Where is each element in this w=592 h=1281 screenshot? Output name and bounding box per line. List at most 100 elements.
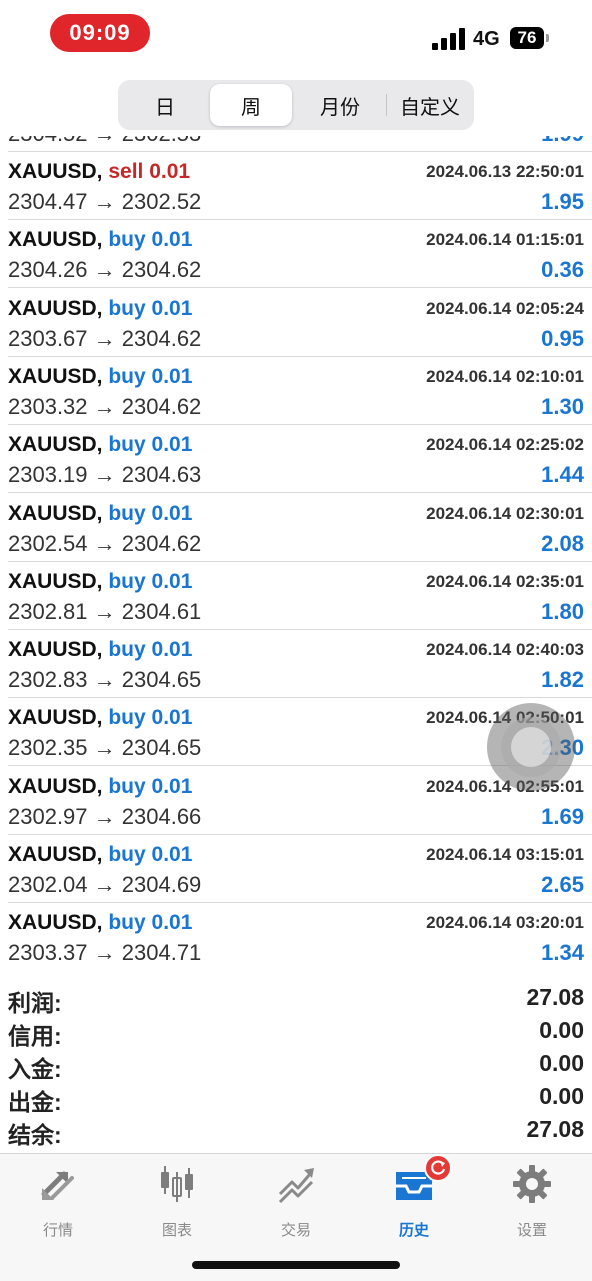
price-range: 2302.54 → 2304.62	[8, 531, 201, 557]
symbol-name: XAUUSD,	[8, 706, 103, 730]
symbol-name: XAUUSD,	[8, 569, 103, 593]
profit-value: 1.82	[541, 667, 584, 693]
arrow-right-icon: →	[87, 325, 122, 351]
network-type: 4G	[473, 28, 500, 50]
arrow-right-icon: →	[87, 189, 122, 214]
table-row[interactable]: XAUUSD, buy 0.01 2024.06.14 01:15:01 2304.…	[0, 220, 592, 289]
tab-label: 图表	[161, 1222, 192, 1239]
cell-signal-icon	[432, 28, 466, 50]
arrow-right-icon: →	[87, 393, 122, 419]
tab-label: 设置	[516, 1222, 547, 1239]
tab-trade[interactable]: 交易	[246, 1164, 346, 1244]
summary-withdrawal: 出金: 0.00	[0, 1083, 592, 1115]
trade-volume: 0.01	[151, 638, 193, 662]
segment-custom[interactable]: 自定义	[388, 84, 472, 126]
arrow-right-icon: →	[87, 530, 122, 556]
table-row[interactable]: XAUUSD, buy 0.01 2024.06.14 03:20:01 2303.…	[0, 903, 592, 970]
table-row[interactable]: XAUUSD, buy 0.01 2024.06.14 02:10:01 2303.…	[0, 357, 592, 425]
trade-symbol: XAUUSD, buy 0.01	[8, 297, 192, 321]
trade-symbol: XAUUSD, buy 0.01	[8, 775, 192, 799]
segment-month[interactable]: 月份	[296, 84, 384, 126]
summary-label: 信用:	[8, 1023, 62, 1049]
tab-history[interactable]: 历史	[364, 1154, 464, 1244]
candlestick-chart-icon	[161, 1166, 193, 1202]
summary-label: 利润:	[8, 990, 62, 1016]
summary-value: 0.00	[539, 1050, 584, 1076]
trade-volume: 0.01	[149, 160, 191, 183]
trade-volume: 0.01	[151, 364, 193, 388]
close-price: 2304.62	[121, 325, 202, 351]
trade-symbol: XAUUSD, sell 0.01	[8, 160, 190, 184]
segment-week[interactable]: 周	[210, 84, 292, 126]
close-price: 2304.63	[121, 462, 202, 488]
summary-balance: 结余: 27.08	[0, 1116, 592, 1148]
trade-history-list[interactable]: 2304.52 → 2302.53 1.99 XAUUSD, sell 0.01…	[0, 136, 592, 970]
close-price: 2302.52	[121, 189, 202, 214]
table-row[interactable]: 2304.52 → 2302.53 1.99	[0, 136, 592, 152]
table-row[interactable]: XAUUSD, buy 0.01 2024.06.14 02:05:24 2303.…	[0, 289, 592, 357]
trade-datetime: 2024.06.14 01:15:01	[426, 230, 584, 250]
open-price: 2303.32	[8, 393, 88, 419]
quotes-arrows-icon	[41, 1171, 74, 1200]
trade-side: buy	[108, 228, 146, 252]
trade-datetime: 2024.06.14 03:20:01	[426, 913, 584, 933]
arrow-right-icon: →	[87, 940, 122, 966]
table-row[interactable]: XAUUSD, buy 0.01 2024.06.14 02:25:02 2303.…	[0, 425, 592, 494]
open-price: 2304.47	[8, 189, 88, 214]
arrow-right-icon: →	[87, 462, 122, 488]
profit-value: 2.08	[541, 530, 584, 556]
open-price: 2304.26	[8, 257, 88, 283]
trade-volume: 0.01	[151, 843, 193, 866]
tab-quotes[interactable]: 行情	[8, 1164, 108, 1244]
table-row[interactable]: XAUUSD, buy 0.01 2024.06.14 02:35:01 2302.…	[0, 562, 592, 630]
trade-symbol: XAUUSD, buy 0.01	[8, 228, 192, 252]
trade-symbol: XAUUSD, buy 0.01	[8, 433, 192, 457]
summary-value: 27.08	[526, 984, 584, 1010]
price-range: 2302.04 → 2304.69	[8, 872, 201, 898]
profit-value: 1.44	[541, 462, 584, 488]
table-row[interactable]: XAUUSD, buy 0.01 2024.06.14 02:40:03 2302.…	[0, 630, 592, 699]
segment-day[interactable]: 日	[122, 84, 208, 126]
open-price: 2303.19	[8, 462, 88, 488]
trade-datetime: 2024.06.14 02:30:01	[426, 503, 584, 523]
status-time[interactable]: 09:09	[50, 14, 150, 52]
profit-value: 1.34	[541, 940, 584, 966]
trade-side: buy	[108, 501, 146, 525]
close-price: 2304.62	[121, 393, 202, 419]
trade-trend-icon	[278, 1168, 314, 1204]
open-price: 2302.04	[8, 872, 88, 897]
trade-symbol: XAUUSD, buy 0.01	[8, 911, 192, 935]
summary-label: 出金:	[8, 1089, 62, 1115]
trade-side: buy	[108, 843, 146, 866]
profit-value: 1.99	[541, 136, 584, 147]
symbol-name: XAUUSD,	[8, 296, 103, 320]
price-range: 2304.47 → 2302.52	[8, 189, 201, 215]
summary-profit: 利润: 27.08	[0, 984, 592, 1016]
trade-side: buy	[108, 364, 146, 388]
arrow-right-icon: →	[87, 257, 122, 283]
price-range: 2304.52 → 2302.53	[8, 136, 201, 147]
table-row[interactable]: XAUUSD, buy 0.01 2024.06.14 02:30:01 2302.…	[0, 494, 592, 562]
assistive-touch-button[interactable]	[487, 703, 575, 791]
trade-side: buy	[108, 911, 146, 935]
close-price: 2304.62	[121, 257, 202, 283]
trade-side: buy	[108, 296, 146, 320]
close-price: 2304.66	[121, 803, 202, 829]
home-indicator[interactable]	[192, 1261, 400, 1269]
price-range: 2304.26 → 2304.62	[8, 257, 201, 283]
open-price: 2303.37	[8, 940, 88, 966]
trade-volume: 0.01	[151, 706, 193, 730]
open-price: 2302.97	[8, 803, 88, 829]
summary-label: 入金:	[8, 1056, 62, 1082]
table-row[interactable]: XAUUSD, buy 0.01 2024.06.14 03:15:01 2302.…	[0, 835, 592, 903]
tab-settings[interactable]: 设置	[482, 1164, 582, 1244]
trade-datetime: 2024.06.14 02:40:03	[426, 640, 584, 660]
trade-datetime: 2024.06.14 02:05:24	[426, 298, 584, 318]
summary-label: 结余:	[8, 1122, 62, 1148]
open-price: 2302.35	[8, 735, 88, 761]
battery-icon: 76	[510, 27, 549, 49]
tab-charts[interactable]: 图表	[127, 1164, 227, 1244]
trade-volume: 0.01	[151, 774, 193, 798]
table-row[interactable]: XAUUSD, sell 0.01 2024.06.13 22:50:01 2304…	[0, 152, 592, 220]
open-price: 2302.83	[8, 667, 88, 693]
